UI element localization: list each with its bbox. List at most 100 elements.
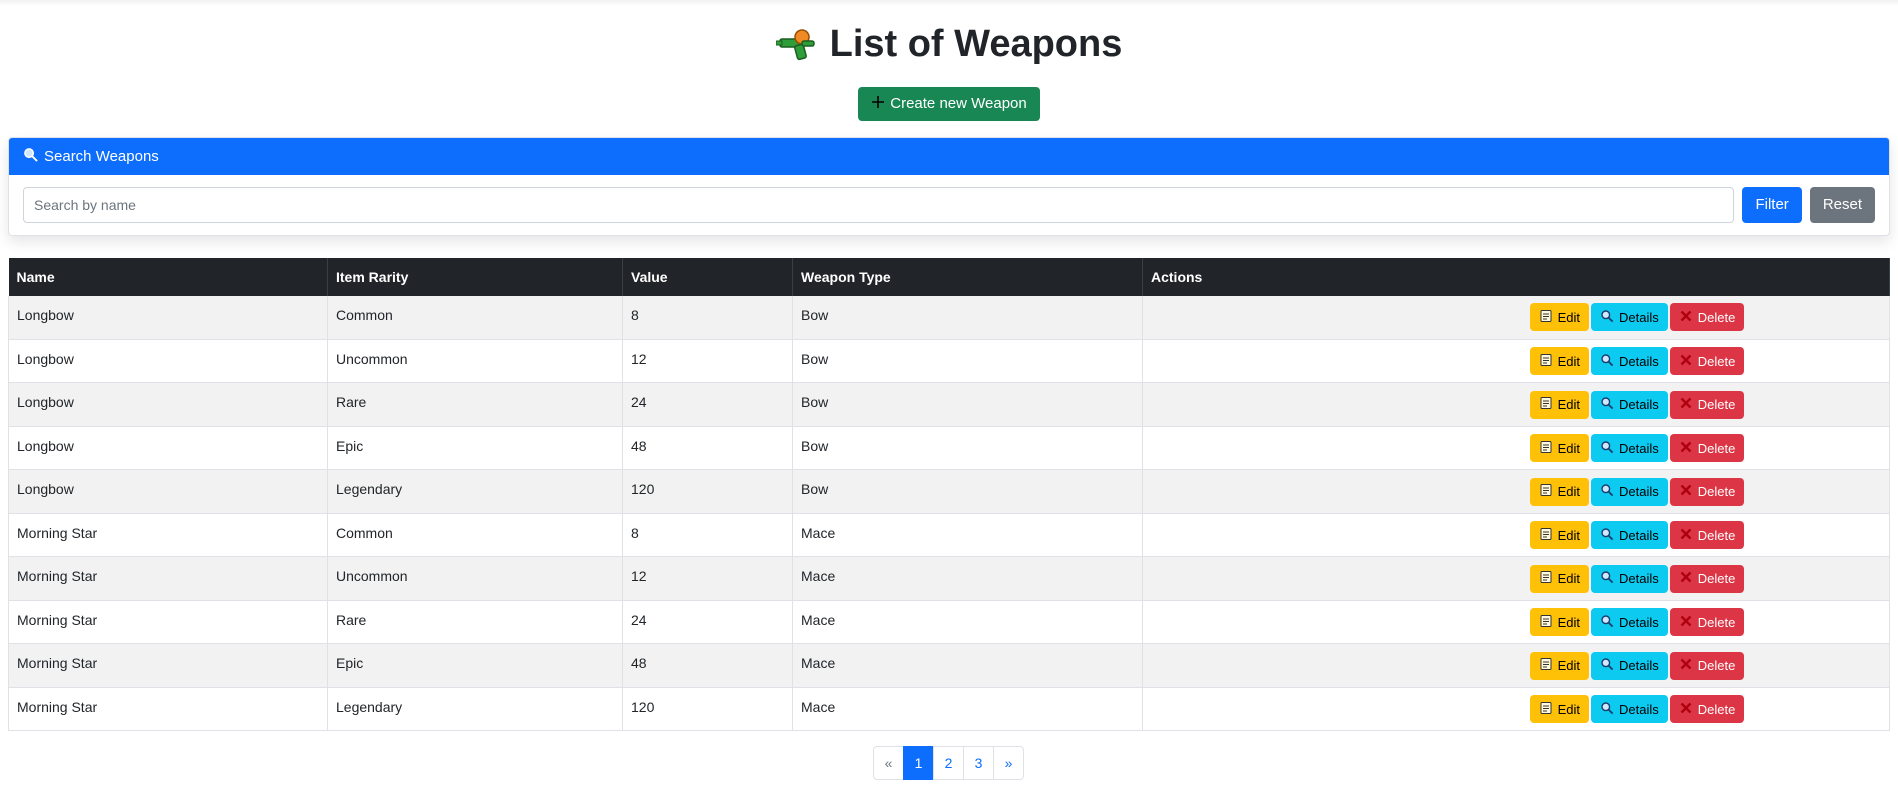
magnifier-icon: [23, 147, 38, 166]
magnifier-icon: [1600, 614, 1614, 631]
edit-button[interactable]: Edit: [1529, 347, 1590, 376]
cell-value: 24: [622, 600, 793, 645]
pagination-page-2[interactable]: 2: [933, 746, 964, 781]
delete-label: Delete: [1697, 484, 1736, 500]
pagination-next[interactable]: »: [993, 746, 1024, 781]
delete-button[interactable]: Delete: [1669, 608, 1745, 637]
edit-button[interactable]: Edit: [1529, 564, 1590, 593]
delete-button[interactable]: Delete: [1669, 390, 1745, 419]
cell-name: Morning Star: [8, 556, 328, 601]
table-row: Longbow Legendary 120 Bow Edit Details Delete: [8, 469, 1890, 514]
table-body: Longbow Common 8 Bow Edit Details Delete Longbo…: [8, 295, 1890, 732]
weapons-table-container: Name Item Rarity Value Weapon Type Actio…: [8, 257, 1890, 732]
delete-label: Delete: [1697, 440, 1736, 456]
table-row: Longbow Epic 48 Bow Edit Details Delete: [8, 426, 1890, 471]
page-title: List of Weapons: [775, 22, 1122, 68]
memo-icon: [1539, 527, 1553, 544]
create-weapon-button[interactable]: Create new Weapon: [858, 86, 1040, 121]
pagination-page-3[interactable]: 3: [963, 746, 994, 781]
delete-button[interactable]: Delete: [1669, 434, 1745, 463]
memo-icon: [1539, 353, 1553, 370]
delete-button[interactable]: Delete: [1669, 477, 1745, 506]
cell-value: 12: [622, 339, 793, 384]
edit-button[interactable]: Edit: [1529, 303, 1590, 332]
cell-weapon-type: Bow: [792, 382, 1143, 427]
details-button[interactable]: Details: [1591, 521, 1668, 550]
delete-label: Delete: [1697, 571, 1736, 587]
cell-item-rarity: Rare: [327, 600, 623, 645]
details-label: Details: [1619, 353, 1659, 369]
cross-mark-icon: [1679, 614, 1693, 631]
search-card: Search Weapons Filter Reset: [8, 136, 1890, 236]
cell-actions: Edit Details Delete: [1142, 295, 1890, 340]
edit-button[interactable]: Edit: [1529, 521, 1590, 550]
delete-button[interactable]: Delete: [1669, 303, 1745, 332]
water-gun-icon: [775, 27, 820, 63]
details-button[interactable]: Details: [1591, 477, 1668, 506]
cell-weapon-type: Mace: [792, 643, 1143, 688]
column-header-weapon-type: Weapon Type: [792, 257, 1143, 296]
cross-mark-icon: [1679, 483, 1693, 500]
cell-weapon-type: Bow: [792, 295, 1143, 340]
details-button[interactable]: Details: [1591, 564, 1668, 593]
cell-value: 120: [622, 687, 793, 732]
cell-item-rarity: Legendary: [327, 469, 623, 514]
magnifier-icon: [1600, 440, 1614, 457]
edit-button[interactable]: Edit: [1529, 695, 1590, 724]
cell-name: Morning Star: [8, 513, 328, 558]
edit-button[interactable]: Edit: [1529, 608, 1590, 637]
cell-item-rarity: Uncommon: [327, 556, 623, 601]
delete-label: Delete: [1697, 658, 1736, 674]
cell-weapon-type: Mace: [792, 600, 1143, 645]
details-button[interactable]: Details: [1591, 695, 1668, 724]
column-header-name: Name: [8, 257, 328, 296]
table-row: Morning Star Legendary 120 Mace Edit Details D…: [8, 687, 1890, 732]
cell-value: 8: [622, 513, 793, 558]
cell-weapon-type: Mace: [792, 556, 1143, 601]
pagination-page-1[interactable]: 1: [903, 746, 934, 781]
cell-actions: Edit Details Delete: [1142, 643, 1890, 688]
filter-button[interactable]: Filter: [1742, 186, 1802, 223]
memo-icon: [1539, 483, 1553, 500]
edit-button[interactable]: Edit: [1529, 434, 1590, 463]
edit-label: Edit: [1557, 353, 1581, 369]
cell-actions: Edit Details Delete: [1142, 556, 1890, 601]
delete-button[interactable]: Delete: [1669, 521, 1745, 550]
details-button[interactable]: Details: [1591, 608, 1668, 637]
cell-item-rarity: Legendary: [327, 687, 623, 732]
memo-icon: [1539, 396, 1553, 413]
cross-mark-icon: [1679, 396, 1693, 413]
delete-button[interactable]: Delete: [1669, 651, 1745, 680]
reset-button[interactable]: Reset: [1809, 186, 1875, 223]
magnifier-icon: [1600, 396, 1614, 413]
edit-button[interactable]: Edit: [1529, 651, 1590, 680]
edit-button[interactable]: Edit: [1529, 390, 1590, 419]
delete-button[interactable]: Delete: [1669, 347, 1745, 376]
magnifier-icon: [1600, 309, 1614, 326]
table-row: Longbow Uncommon 12 Bow Edit Details Delete: [8, 339, 1890, 384]
cell-actions: Edit Details Delete: [1142, 426, 1890, 471]
details-button[interactable]: Details: [1591, 651, 1668, 680]
details-button[interactable]: Details: [1591, 303, 1668, 332]
plus-icon: [871, 95, 885, 113]
magnifier-icon: [1600, 527, 1614, 544]
delete-button[interactable]: Delete: [1669, 695, 1745, 724]
edit-label: Edit: [1557, 527, 1581, 543]
cell-weapon-type: Bow: [792, 426, 1143, 471]
cell-item-rarity: Epic: [327, 643, 623, 688]
search-input[interactable]: [23, 186, 1735, 223]
delete-button[interactable]: Delete: [1669, 564, 1745, 593]
edit-button[interactable]: Edit: [1529, 477, 1590, 506]
magnifier-icon: [1600, 570, 1614, 587]
cell-value: 120: [622, 469, 793, 514]
details-button[interactable]: Details: [1591, 347, 1668, 376]
cell-weapon-type: Bow: [792, 469, 1143, 514]
cross-mark-icon: [1679, 570, 1693, 587]
cell-name: Longbow: [8, 382, 328, 427]
cell-name: Longbow: [8, 426, 328, 471]
search-card-title: Search Weapons: [44, 147, 159, 165]
details-button[interactable]: Details: [1591, 390, 1668, 419]
pagination-prev[interactable]: «: [873, 746, 904, 781]
edit-label: Edit: [1557, 614, 1581, 630]
details-button[interactable]: Details: [1591, 434, 1668, 463]
